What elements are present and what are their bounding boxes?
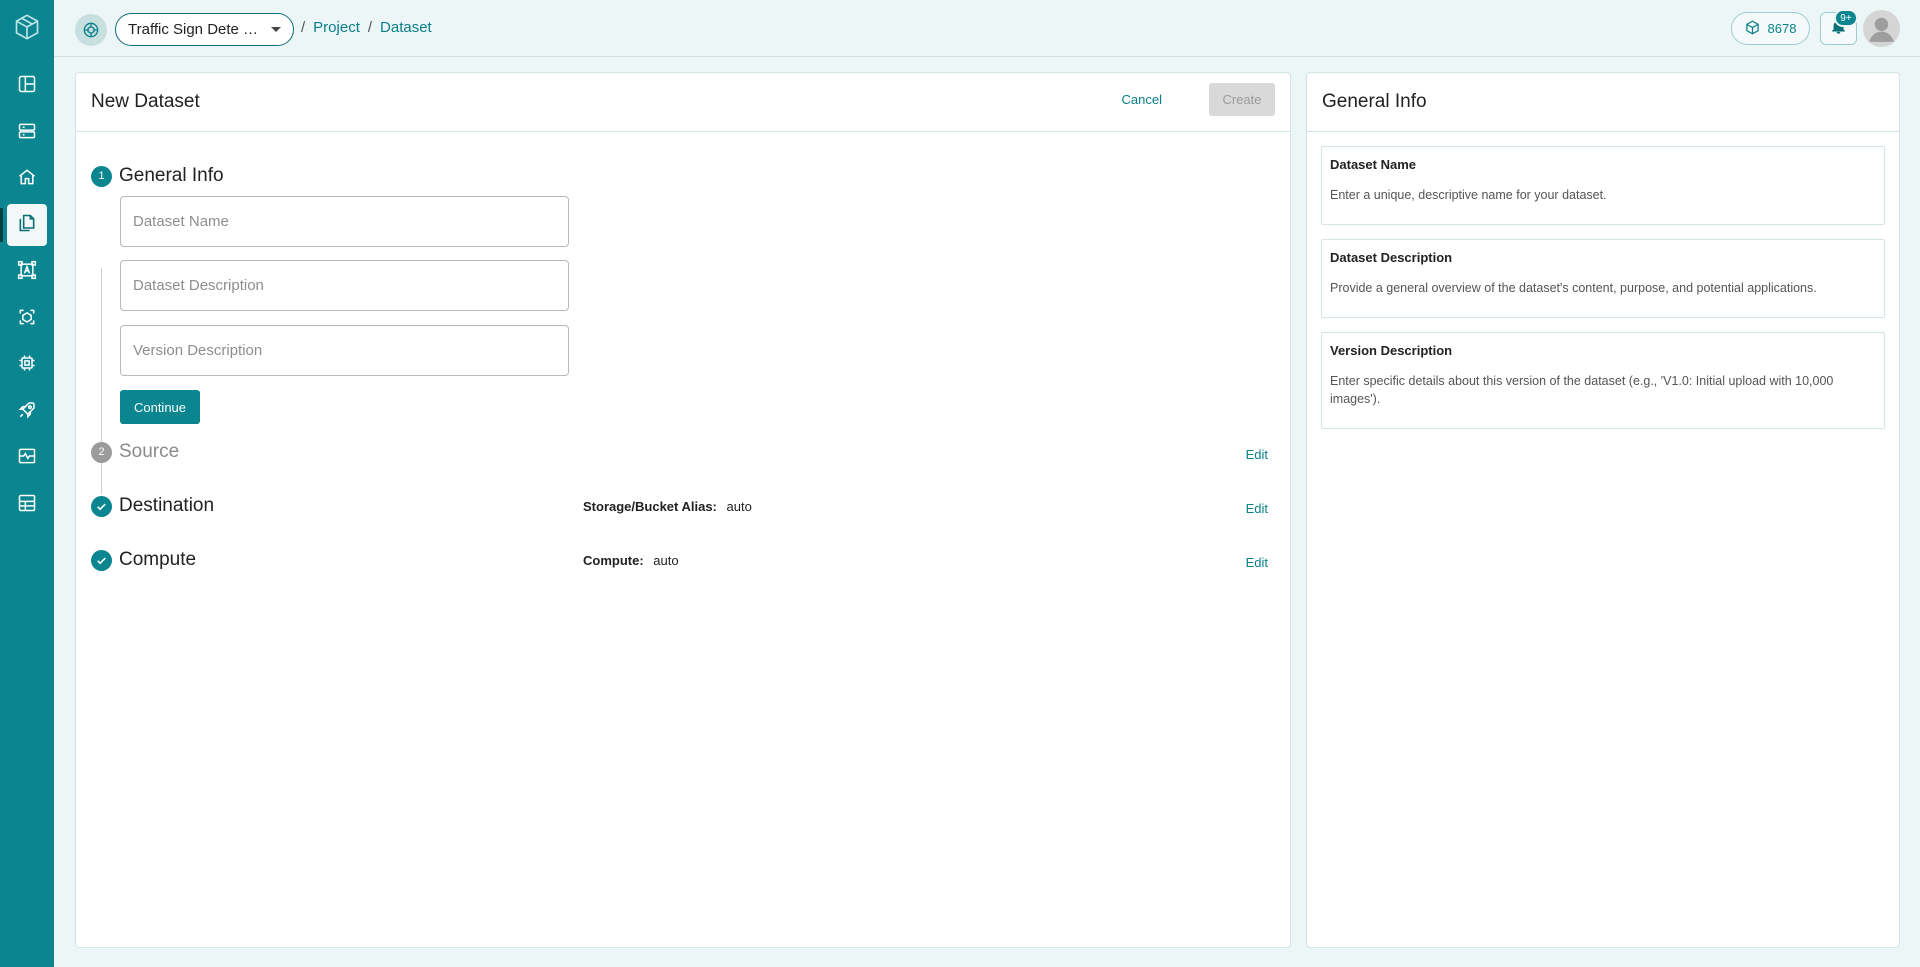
sidebar-item-compute[interactable] — [7, 344, 47, 386]
step-number: 1 — [91, 165, 112, 187]
files-icon — [17, 213, 37, 238]
chevron-down-icon — [271, 27, 281, 32]
destination-summary: Storage/Bucket Alias: auto — [583, 499, 752, 514]
model-icon — [17, 307, 37, 332]
sidebar-item-servers[interactable] — [7, 112, 47, 154]
page-title: New Dataset — [91, 91, 200, 112]
sidebar-item-annotate[interactable] — [7, 251, 47, 293]
sidebar-item-grid[interactable] — [7, 484, 47, 526]
step-number: 2 — [91, 441, 112, 463]
breadcrumb-separator: / — [367, 19, 373, 36]
grid-icon — [17, 493, 37, 518]
help-box-text: Enter a unique, descriptive name for you… — [1330, 188, 1607, 202]
sidebar-item-datasets[interactable] — [0, 204, 47, 246]
help-box-title: Dataset Description — [1330, 250, 1453, 265]
server-icon — [17, 121, 37, 146]
step-general-info: 1 General Info — [91, 165, 224, 187]
rocket-icon — [17, 400, 37, 425]
help-box-version-description: Version Description Enter specific detai… — [1321, 332, 1885, 429]
project-select[interactable]: Traffic Sign Dete … — [115, 13, 294, 46]
dataset-description-input[interactable] — [120, 260, 569, 311]
breadcrumb-dataset[interactable]: Dataset — [380, 19, 432, 36]
breadcrumb-project[interactable]: Project — [313, 19, 360, 36]
project-icon — [75, 14, 107, 46]
destination-value: auto — [726, 499, 752, 514]
home-icon — [17, 167, 37, 192]
destination-key: Storage/Bucket Alias: — [583, 499, 717, 514]
project-select-value: Traffic Sign Dete … — [128, 21, 259, 38]
sidebar-item-home[interactable] — [7, 158, 47, 200]
cube-logo-icon[interactable] — [12, 12, 42, 42]
sidebar-item-deploy[interactable] — [7, 391, 47, 433]
check-icon — [91, 549, 112, 571]
layout-icon — [17, 74, 37, 99]
step-title: General Info — [119, 165, 224, 186]
edit-destination-link[interactable]: Edit — [1246, 501, 1268, 516]
step-compute: Compute — [91, 549, 196, 571]
cancel-button[interactable]: Cancel — [1122, 92, 1162, 107]
sidebar-item-models[interactable] — [7, 298, 47, 340]
help-box-text: Enter specific details about this versio… — [1330, 374, 1834, 407]
card-header: New Dataset Cancel Create — [76, 73, 1290, 132]
sidebar-item-layout[interactable] — [7, 65, 47, 107]
step-source: 2 Source — [91, 441, 179, 463]
check-icon — [91, 495, 112, 517]
top-header: Traffic Sign Dete … / Project / Dataset … — [54, 0, 1920, 57]
compute-summary: Compute: auto — [583, 553, 679, 568]
help-box-text: Provide a general overview of the datase… — [1330, 281, 1817, 295]
compute-value: auto — [653, 553, 679, 568]
notification-badge: 9+ — [1834, 9, 1858, 27]
credits-count: 8678 — [1767, 21, 1797, 36]
new-dataset-card: New Dataset Cancel Create 1 General Info… — [75, 72, 1291, 948]
help-panel: General Info Dataset Name Enter a unique… — [1306, 72, 1900, 948]
dataset-name-input[interactable] — [120, 196, 569, 247]
create-button[interactable]: Create — [1209, 83, 1275, 116]
help-box-title: Version Description — [1330, 343, 1453, 358]
sidebar-item-monitor[interactable] — [7, 437, 47, 479]
compute-key: Compute: — [583, 553, 644, 568]
step-title: Destination — [119, 495, 215, 516]
breadcrumb-separator: / — [301, 19, 306, 36]
annotate-icon — [17, 260, 37, 285]
breadcrumb: / Project / Dataset — [301, 19, 432, 36]
help-box-dataset-description: Dataset Description Provide a general ov… — [1321, 239, 1885, 318]
avatar[interactable] — [1863, 10, 1900, 47]
continue-button[interactable]: Continue — [120, 390, 200, 424]
cube-icon — [1745, 20, 1760, 38]
sidebar — [0, 0, 54, 967]
step-title: Source — [119, 441, 180, 462]
credits-button[interactable]: 8678 — [1731, 12, 1810, 45]
step-title: Compute — [119, 549, 197, 570]
edit-source-link[interactable]: Edit — [1246, 447, 1268, 462]
help-panel-header: General Info — [1307, 73, 1899, 132]
step-destination: Destination — [91, 495, 214, 517]
chip-icon — [17, 353, 37, 378]
edit-compute-link[interactable]: Edit — [1246, 555, 1268, 570]
help-panel-title: General Info — [1322, 91, 1427, 112]
help-box-dataset-name: Dataset Name Enter a unique, descriptive… — [1321, 146, 1885, 225]
version-description-input[interactable] — [120, 325, 569, 376]
help-box-title: Dataset Name — [1330, 157, 1416, 172]
monitor-icon — [17, 446, 37, 471]
